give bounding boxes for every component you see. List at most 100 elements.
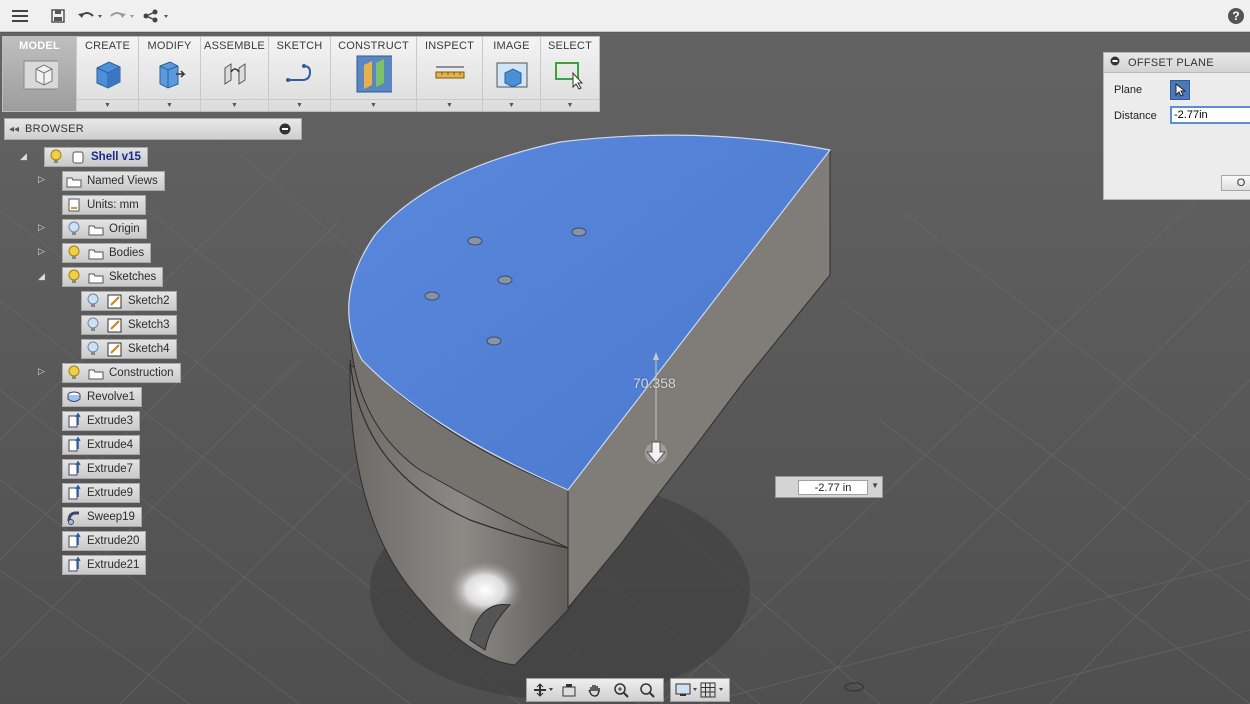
zoom-icon[interactable] [608,680,634,700]
tree-node[interactable]: Extrude4 [62,435,141,455]
collapse-double-arrow-icon[interactable]: ◂◂ [9,124,19,135]
orbit-icon[interactable] [530,680,556,700]
tree-node[interactable]: Named Views [62,171,165,191]
chevron-down-icon[interactable]: ▼ [871,481,879,490]
display-settings-icon[interactable] [674,680,700,700]
dialog-header[interactable]: OFFSET PLANE [1104,53,1250,73]
lightbulb-icon[interactable] [65,269,83,285]
lightbulb-off-icon[interactable] [84,293,102,309]
tree-item-shell[interactable]: ◢ Shell v15 [20,147,148,167]
plane-select-button[interactable] [1170,80,1190,100]
distance-input[interactable] [1170,106,1250,124]
tree-item-sketch4[interactable]: Sketch4 [81,339,177,359]
chevron-down-icon[interactable]: ▼ [201,99,268,111]
chevron-down-icon[interactable]: ▼ [483,99,540,111]
nav-group-view [526,678,664,702]
tree-item-sketch3[interactable]: Sketch3 [81,315,177,335]
look-at-icon[interactable] [556,680,582,700]
tree-node[interactable]: Shell v15 [44,147,148,167]
drag-handle-icon[interactable] [780,482,792,494]
tab-create[interactable]: CREATE ▼ [77,37,139,111]
tree-node[interactable]: Extrude21 [62,555,147,575]
tree-label: Extrude21 [87,559,140,571]
tree-item-units[interactable]: Units: mm [62,195,146,215]
lightbulb-off-icon[interactable] [65,221,83,237]
tree-item-extrude21[interactable]: Extrude21 [62,555,147,575]
collapsed-arrow-icon[interactable]: ▷ [38,174,48,184]
tab-label: MODIFY [147,40,192,52]
collapse-icon[interactable] [1110,56,1120,69]
expanded-arrow-icon[interactable]: ◢ [38,271,48,281]
tree-node[interactable]: Construction [62,363,181,383]
save-icon[interactable] [49,6,67,26]
tree-node[interactable]: Units: mm [62,195,146,215]
chevron-down-icon[interactable]: ▼ [139,99,200,111]
lightbulb-icon[interactable] [47,149,65,165]
tree-item-named-views[interactable]: ▷ Named Views [38,171,165,191]
tab-assemble[interactable]: ASSEMBLE ▼ [201,37,269,111]
browser-title: BROWSER [25,123,84,135]
lightbulb-icon[interactable] [65,365,83,381]
tree-label: Named Views [87,175,158,187]
share-icon[interactable] [142,6,172,26]
tree-node[interactable]: Sketch3 [81,315,177,335]
tree-node[interactable]: Sketch2 [81,291,177,311]
tree-item-extrude4[interactable]: Extrude4 [62,435,141,455]
extrude-icon [65,533,83,549]
grid-settings-icon[interactable] [700,680,726,700]
tree-node[interactable]: Extrude7 [62,459,141,479]
undo-icon[interactable] [76,6,104,26]
chevron-down-icon[interactable]: ▼ [77,99,138,111]
minimize-icon[interactable] [279,123,291,138]
canvas-distance-box[interactable]: -2.77 in ▼ [775,476,883,498]
tab-model[interactable]: MODEL [3,37,77,111]
collapsed-arrow-icon[interactable]: ▷ [38,222,48,232]
lightbulb-icon[interactable] [65,245,83,261]
tab-inspect[interactable]: INSPECT ▼ [417,37,483,111]
tab-image[interactable]: IMAGE ▼ [483,37,541,111]
tree-node[interactable]: Revolve1 [62,387,142,407]
tree-node[interactable]: Origin [62,219,147,239]
tree-item-construction[interactable]: ▷ Construction [38,363,181,383]
menu-icon[interactable] [10,6,30,26]
tab-modify[interactable]: MODIFY ▼ [139,37,201,111]
tree-item-bodies[interactable]: ▷ Bodies [38,243,152,263]
tree-item-extrude3[interactable]: Extrude3 [62,411,141,431]
redo-icon[interactable] [108,6,136,26]
tree-label: Sketches [109,271,157,283]
tree-node[interactable]: Extrude3 [62,411,141,431]
tree-item-extrude20[interactable]: Extrude20 [62,531,147,551]
tab-construct[interactable]: CONSTRUCT ▼ [331,37,417,111]
tab-select[interactable]: SELECT ▼ [541,37,599,111]
collapsed-arrow-icon[interactable]: ▷ [38,246,48,256]
lightbulb-off-icon[interactable] [84,317,102,333]
tree-item-revolve1[interactable]: Revolve1 [62,387,142,407]
tree-node[interactable]: Sketch4 [81,339,177,359]
help-icon[interactable]: ? [1226,6,1246,26]
revolve-icon [65,389,83,405]
tree-item-sketch2[interactable]: Sketch2 [81,291,177,311]
tree-item-extrude7[interactable]: Extrude7 [62,459,141,479]
tree-node[interactable]: Extrude9 [62,483,141,503]
collapsed-arrow-icon[interactable]: ▷ [38,366,48,376]
tree-item-origin[interactable]: ▷ Origin [38,219,147,239]
tree-item-extrude9[interactable]: Extrude9 [62,483,141,503]
chevron-down-icon[interactable]: ▼ [541,99,599,111]
tab-sketch[interactable]: SKETCH ▼ [269,37,331,111]
tree-item-sketches[interactable]: ◢ Sketches [38,267,164,287]
tree-node[interactable]: Sweep19 [62,507,142,527]
chevron-down-icon[interactable]: ▼ [331,99,416,111]
chevron-down-icon[interactable]: ▼ [269,99,330,111]
ok-button[interactable]: O [1221,175,1250,191]
browser-panel-header[interactable]: ◂◂ BROWSER [4,118,302,140]
tree-item-sweep19[interactable]: Sweep19 [62,507,142,527]
pan-hand-icon[interactable] [582,680,608,700]
tree-node[interactable]: Bodies [62,243,152,263]
tree-node[interactable]: Extrude20 [62,531,147,551]
fit-view-icon[interactable] [634,680,660,700]
expanded-arrow-icon[interactable]: ◢ [20,151,30,161]
lightbulb-off-icon[interactable] [84,341,102,357]
tree-node[interactable]: Sketches [62,267,164,287]
canvas-distance-input[interactable]: -2.77 in [798,480,868,495]
chevron-down-icon[interactable]: ▼ [417,99,482,111]
